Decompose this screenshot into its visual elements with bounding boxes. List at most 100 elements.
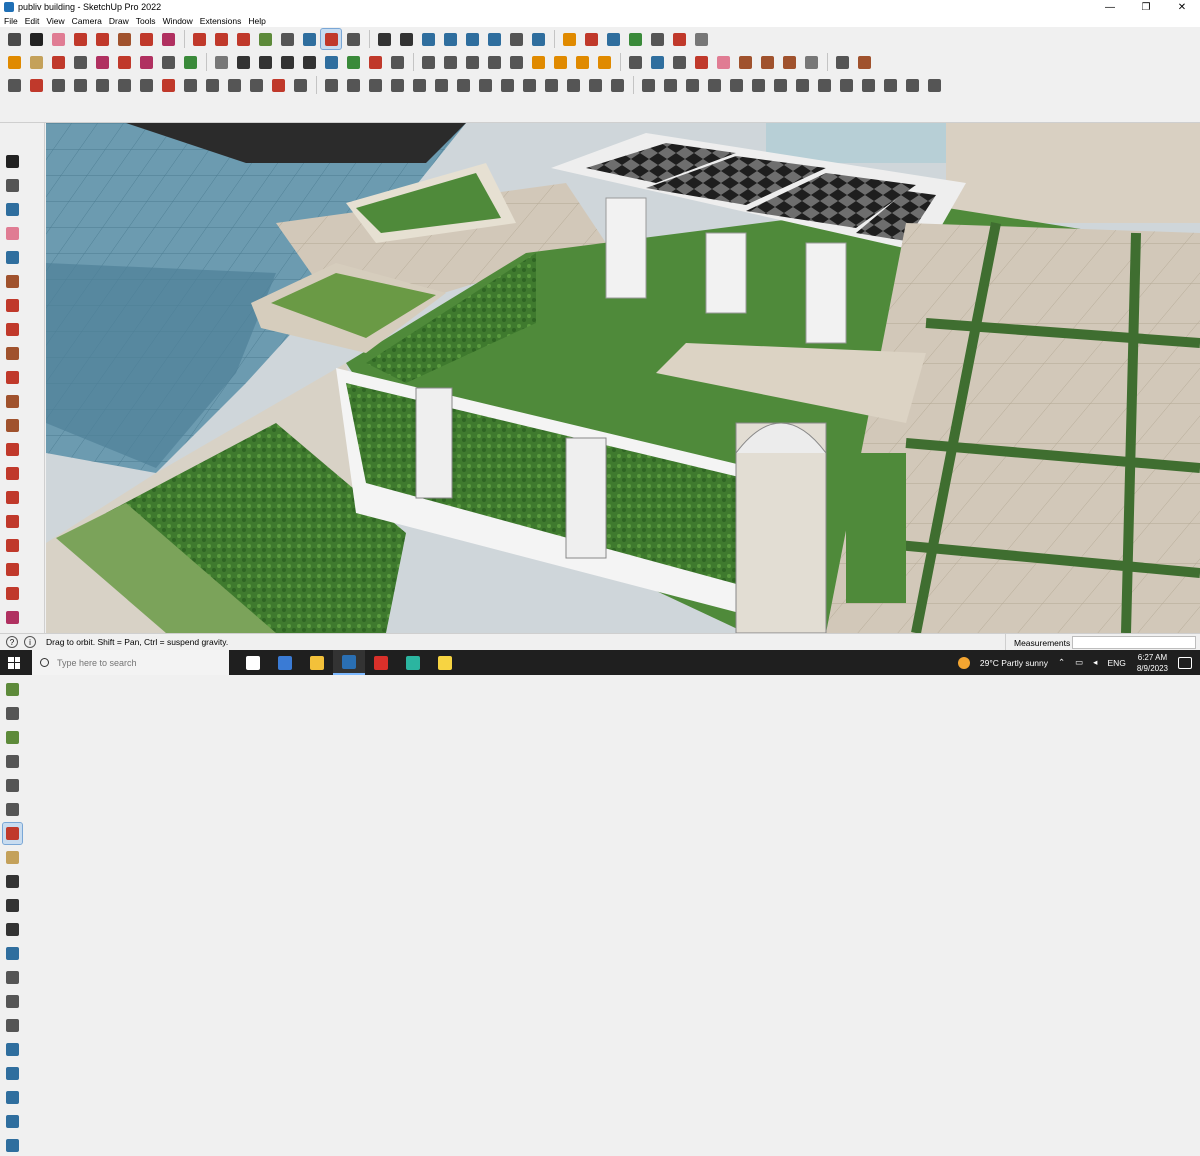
section-display-button[interactable] [3, 1063, 22, 1084]
style-builder-button[interactable] [484, 29, 504, 49]
sweep-button[interactable] [563, 75, 583, 95]
house-outline-button[interactable] [277, 52, 297, 72]
start-button[interactable] [0, 650, 28, 675]
weather-icon[interactable] [957, 656, 970, 669]
plugin-green-button[interactable] [343, 52, 363, 72]
walk-button[interactable] [691, 29, 711, 49]
menu-draw[interactable]: Draw [109, 16, 129, 26]
bevel-button[interactable] [704, 75, 724, 95]
make-component-button[interactable] [3, 175, 22, 196]
array-button[interactable] [290, 75, 310, 95]
3d-text-button[interactable] [3, 799, 22, 820]
scale-button[interactable] [233, 29, 253, 49]
break-button[interactable] [158, 75, 178, 95]
shell-button[interactable] [660, 75, 680, 95]
paint-bucket-button[interactable] [3, 199, 22, 220]
axes-button[interactable] [3, 775, 22, 796]
lasso-button[interactable] [625, 52, 645, 72]
section-plane-button[interactable] [559, 29, 579, 49]
dynamic-component-button[interactable] [321, 52, 341, 72]
solid-outer-button[interactable] [506, 52, 526, 72]
hand-button[interactable] [924, 75, 944, 95]
info-icon[interactable]: i [24, 636, 36, 648]
mesh-button[interactable] [607, 75, 627, 95]
walk-button[interactable] [3, 1015, 22, 1036]
georeference-icon[interactable]: ? [6, 636, 18, 648]
grid2-button[interactable] [572, 52, 592, 72]
text-button[interactable] [3, 751, 22, 772]
cut-button[interactable] [497, 75, 517, 95]
minimize-button[interactable]: — [1092, 0, 1128, 14]
account-button[interactable] [506, 29, 526, 49]
solid-union-button[interactable] [387, 52, 407, 72]
move-button[interactable] [3, 535, 22, 556]
railing-button[interactable] [409, 75, 429, 95]
axis-red-button[interactable] [581, 29, 601, 49]
texture-button[interactable] [757, 52, 777, 72]
menu-help[interactable]: Help [248, 16, 265, 26]
hatch-button[interactable] [836, 75, 856, 95]
text-button[interactable] [277, 29, 297, 49]
polygon-button[interactable] [3, 415, 22, 436]
extension-warehouse-button[interactable] [440, 29, 460, 49]
freehand-button[interactable] [48, 75, 68, 95]
freehand-button[interactable] [3, 319, 22, 340]
protractor-button[interactable] [3, 727, 22, 748]
xray-button[interactable] [136, 52, 156, 72]
barn-button[interactable] [299, 52, 319, 72]
zoom-button[interactable] [3, 871, 22, 892]
stair-button[interactable] [343, 75, 363, 95]
house-button[interactable] [255, 52, 275, 72]
look-around-button[interactable] [3, 991, 22, 1012]
join-button[interactable] [180, 75, 200, 95]
tape-measure-button[interactable] [255, 29, 275, 49]
calculator-taskbar-button[interactable] [269, 650, 301, 675]
tag-button[interactable] [3, 247, 22, 268]
menu-tools[interactable]: Tools [136, 16, 156, 26]
box-front-button[interactable] [26, 52, 46, 72]
task-view-taskbar-button[interactable] [237, 650, 269, 675]
redo-button[interactable] [647, 29, 667, 49]
line-tool-button[interactable] [4, 75, 24, 95]
section-plane-button[interactable] [3, 1039, 22, 1060]
previous-view-button[interactable] [3, 943, 22, 964]
warehouse-button[interactable] [3, 1111, 22, 1132]
divide-button[interactable] [246, 75, 266, 95]
tape-measure-button[interactable] [3, 679, 22, 700]
hook-button[interactable] [268, 75, 288, 95]
push-pull-button[interactable] [136, 29, 156, 49]
follow-me-button[interactable] [3, 607, 22, 628]
solid-trim-button[interactable] [462, 52, 482, 72]
eraser-button[interactable] [3, 223, 22, 244]
zoom-window-button[interactable] [3, 895, 22, 916]
volume-icon[interactable]: ◂ [1093, 657, 1097, 668]
orbit-button[interactable] [2, 822, 23, 845]
network-icon[interactable]: ▭ [1075, 657, 1083, 668]
offset-button[interactable] [114, 75, 134, 95]
fan-button[interactable] [880, 75, 900, 95]
rib-button[interactable] [638, 75, 658, 95]
section-fill-button[interactable] [3, 1087, 22, 1108]
rectangle-button[interactable] [3, 343, 22, 364]
extrude-button[interactable] [585, 75, 605, 95]
chevron-up-icon[interactable]: ⌃ [1058, 657, 1065, 668]
arc-2pt-button[interactable] [3, 463, 22, 484]
chamfer-button[interactable] [136, 75, 156, 95]
select-button[interactable] [26, 29, 46, 49]
back-edges-button[interactable] [158, 52, 178, 72]
language-indicator[interactable]: ENG [1107, 658, 1125, 668]
trim-button[interactable] [70, 75, 90, 95]
pan-button[interactable] [343, 29, 363, 49]
notifications-icon[interactable] [1178, 656, 1192, 669]
solid-split-button[interactable] [484, 52, 504, 72]
shaded-texture-button[interactable] [48, 52, 68, 72]
solid-tools-button[interactable] [528, 52, 548, 72]
solid-intersect-button[interactable] [440, 52, 460, 72]
brush-button[interactable] [431, 75, 451, 95]
undo-button[interactable] [669, 29, 689, 49]
menu-view[interactable]: View [46, 16, 64, 26]
menu-extensions[interactable]: Extensions [200, 16, 242, 26]
flip-button[interactable] [647, 52, 667, 72]
clock[interactable]: 6:27 AM 8/9/2023 [1137, 652, 1168, 674]
weather-text[interactable]: 29°C Partly sunny [980, 658, 1048, 668]
